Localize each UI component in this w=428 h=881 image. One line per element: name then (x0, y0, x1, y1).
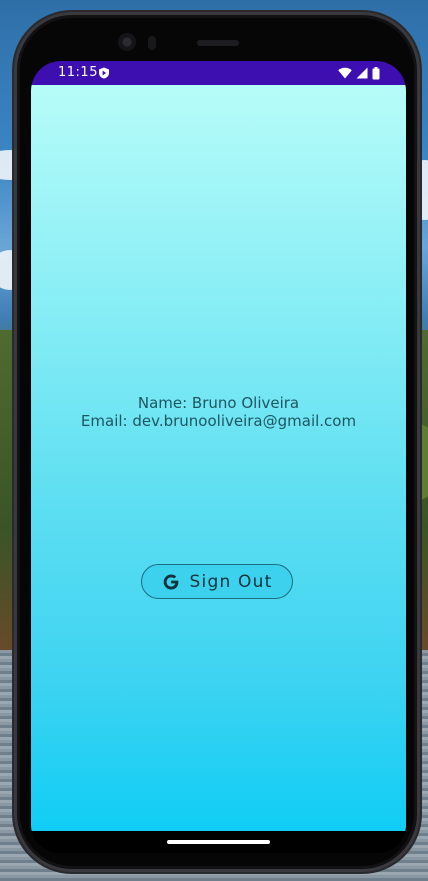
phone-screen: 11:15 Name: Bruno Oliveira Email: dev.br… (31, 61, 406, 853)
sign-out-button[interactable]: Sign Out (141, 564, 293, 599)
wifi-icon (338, 67, 352, 79)
user-email: Email: dev.brunooliveira@gmail.com (80, 412, 357, 430)
play-protect-icon (99, 67, 109, 79)
front-camera (118, 33, 136, 51)
navigation-bar (31, 831, 406, 853)
user-name: Name: Bruno Oliveira (137, 394, 300, 412)
earpiece-speaker (197, 40, 239, 46)
user-info: Name: Bruno Oliveira Email: dev.brunooli… (31, 394, 406, 430)
status-icons (338, 66, 380, 80)
status-time: 11:15 (58, 65, 98, 80)
status-bar: 11:15 (31, 61, 406, 85)
signal-icon (356, 67, 368, 79)
app-content: Name: Bruno Oliveira Email: dev.brunooli… (31, 85, 406, 831)
battery-icon (372, 66, 380, 79)
google-g-icon (163, 574, 178, 589)
sign-out-label: Sign Out (189, 571, 273, 592)
home-indicator[interactable] (167, 840, 270, 844)
proximity-sensor (148, 36, 156, 50)
